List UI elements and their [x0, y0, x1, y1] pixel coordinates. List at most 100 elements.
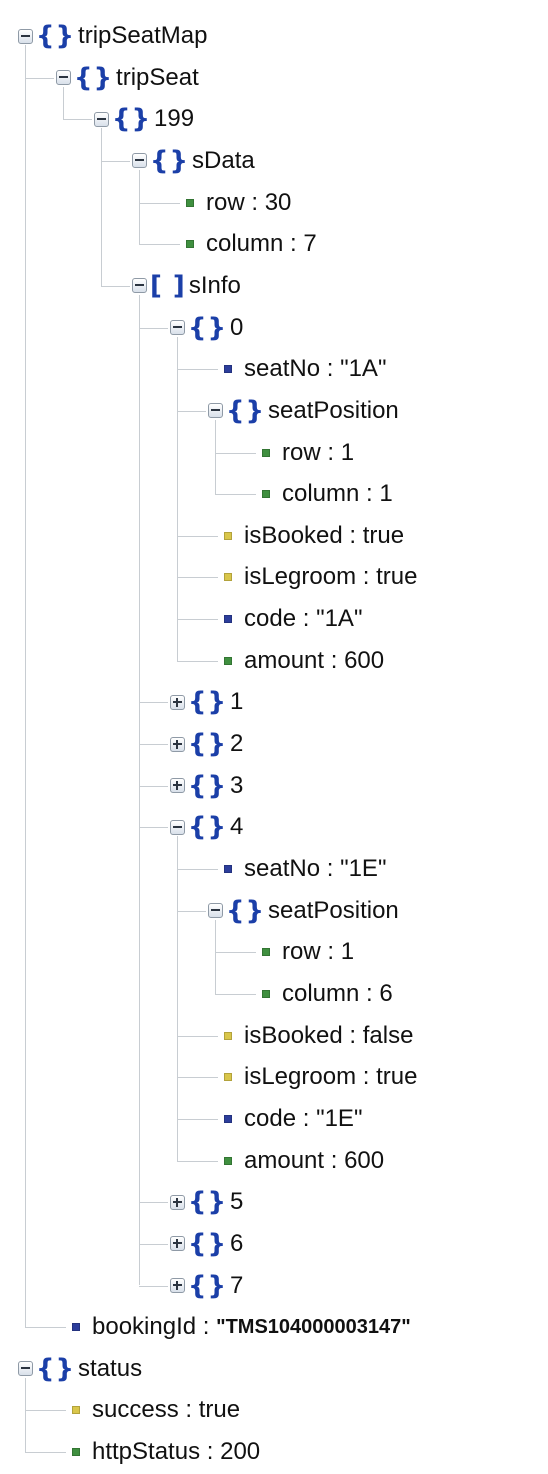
- leaf-value: "TMS104000003147": [216, 1315, 411, 1338]
- tree-connector-vertical: [215, 419, 216, 495]
- tree-node[interactable]: {} tripSeatMap: [18, 16, 207, 56]
- collapse-toggle-icon[interactable]: [170, 320, 185, 336]
- toggle-minus-mark: [173, 326, 182, 329]
- collapse-toggle-icon[interactable]: [56, 70, 71, 86]
- tree-connector-vertical: [25, 45, 26, 1328]
- toggle-plus-mark: [176, 1281, 178, 1290]
- leaf-key: column: [206, 230, 284, 258]
- collapse-toggle-icon[interactable]: [170, 819, 185, 835]
- tree-connector-horizontal: [139, 327, 168, 329]
- collapse-toggle-icon[interactable]: [94, 111, 109, 127]
- collapse-toggle-icon[interactable]: [208, 903, 223, 919]
- tree-connector-vertical: [215, 919, 216, 994]
- tree-connector-horizontal: [177, 535, 218, 537]
- expand-toggle-icon[interactable]: [170, 736, 185, 752]
- node-key: 5: [230, 1188, 244, 1216]
- key-value-separator: :: [359, 480, 380, 508]
- collapse-toggle-icon[interactable]: [208, 403, 223, 419]
- tree-connector-horizontal: [177, 910, 206, 912]
- leaf-key: bookingId: [92, 1313, 197, 1341]
- node-key: 6: [230, 1229, 244, 1257]
- tree-leaf: isLegroom : true: [208, 557, 417, 597]
- key-value-separator: :: [359, 979, 380, 1007]
- expand-toggle-icon[interactable]: [170, 1194, 185, 1210]
- tree-node[interactable]: {} tripSeat: [56, 58, 199, 98]
- leaf-value: false: [362, 1021, 414, 1049]
- tree-connector-vertical: [177, 336, 178, 661]
- toggle-minus-mark: [173, 825, 182, 828]
- collapse-toggle-icon[interactable]: [132, 153, 147, 169]
- tree-leaf: amount : 600: [208, 641, 384, 681]
- boolean-value-icon: [224, 573, 232, 582]
- leaf-value: 600: [344, 646, 385, 674]
- leaf-key: column: [282, 480, 360, 508]
- tree-connector-horizontal: [25, 1452, 66, 1454]
- tree-connector-horizontal: [177, 369, 218, 371]
- tree-connector-horizontal: [177, 660, 218, 662]
- tree-node[interactable]: {} seatPosition: [208, 891, 399, 931]
- tree-node[interactable]: {} 6: [170, 1224, 243, 1264]
- node-key: 0: [230, 313, 244, 341]
- string-value-icon: [224, 1114, 232, 1123]
- key-value-separator: :: [342, 521, 363, 549]
- object-icon: {}: [36, 1353, 76, 1384]
- toggle-plus-mark: [176, 1239, 178, 1249]
- tree-connector-horizontal: [177, 410, 206, 412]
- tree-node[interactable]: {} 1: [170, 682, 243, 722]
- leaf-key: seatNo: [244, 355, 321, 383]
- tree-node[interactable]: [ ] sInfo: [132, 266, 241, 306]
- tree-connector-vertical: [25, 1377, 26, 1453]
- leaf-key: amount: [244, 1146, 325, 1174]
- tree-node[interactable]: {} 0: [170, 308, 243, 348]
- key-value-separator: :: [342, 1021, 363, 1049]
- json-tree-view: {} tripSeatMap{} tripSeat{} 199{} sData row :…: [0, 0, 548, 1474]
- number-value-icon: [262, 948, 270, 957]
- key-value-separator: :: [320, 855, 341, 882]
- number-value-icon: [186, 198, 194, 207]
- collapse-toggle-icon[interactable]: [18, 28, 33, 44]
- key-value-separator: :: [178, 1396, 199, 1424]
- tree-node[interactable]: {} sData: [132, 141, 255, 181]
- tree-connector-horizontal: [177, 1118, 218, 1120]
- node-key: 7: [230, 1271, 244, 1299]
- tree-leaf: isLegroom : true: [208, 1057, 417, 1097]
- collapse-toggle-icon[interactable]: [132, 278, 147, 294]
- tree-node[interactable]: {} 3: [170, 766, 243, 806]
- expand-toggle-icon[interactable]: [170, 1278, 185, 1293]
- tree-connector-horizontal: [177, 1077, 218, 1079]
- number-value-icon: [262, 989, 270, 998]
- tree-node[interactable]: {} 2: [170, 724, 243, 764]
- leaf-value: 7: [303, 230, 317, 258]
- toggle-plus-mark: [176, 1197, 178, 1207]
- tree-node[interactable]: {} 4: [170, 807, 243, 847]
- node-key: sData: [192, 146, 255, 174]
- tree-connector-horizontal: [177, 619, 218, 621]
- toggle-minus-mark: [211, 409, 220, 412]
- tree-connector-vertical: [177, 836, 178, 1161]
- tree-node[interactable]: {} status: [18, 1349, 142, 1389]
- object-icon: {}: [188, 770, 228, 801]
- key-value-separator: :: [320, 438, 341, 466]
- leaf-value: 6: [379, 979, 393, 1007]
- object-icon: {}: [188, 1228, 228, 1259]
- expand-toggle-icon[interactable]: [170, 778, 185, 794]
- key-value-separator: :: [244, 188, 265, 216]
- tree-node[interactable]: {} 199: [94, 99, 194, 139]
- expand-toggle-icon[interactable]: [170, 1236, 185, 1252]
- boolean-value-icon: [72, 1406, 80, 1415]
- collapse-toggle-icon[interactable]: [18, 1361, 33, 1377]
- tree-node[interactable]: {} 7: [170, 1266, 243, 1306]
- expand-toggle-icon[interactable]: [170, 694, 185, 710]
- leaf-key: amount: [244, 646, 325, 674]
- tree-node[interactable]: {} seatPosition: [208, 391, 399, 431]
- tree-connector-horizontal: [101, 160, 130, 162]
- tree-leaf: row : 1: [246, 932, 354, 972]
- leaf-value: "1A": [316, 605, 363, 633]
- tree-node[interactable]: {} 5: [170, 1182, 243, 1222]
- object-icon: {}: [112, 104, 152, 135]
- object-icon: {}: [188, 729, 228, 760]
- tree-connector-horizontal: [139, 244, 180, 246]
- leaf-key: isLegroom: [244, 1063, 357, 1091]
- object-icon: {}: [36, 21, 76, 51]
- key-value-separator: :: [196, 1313, 217, 1341]
